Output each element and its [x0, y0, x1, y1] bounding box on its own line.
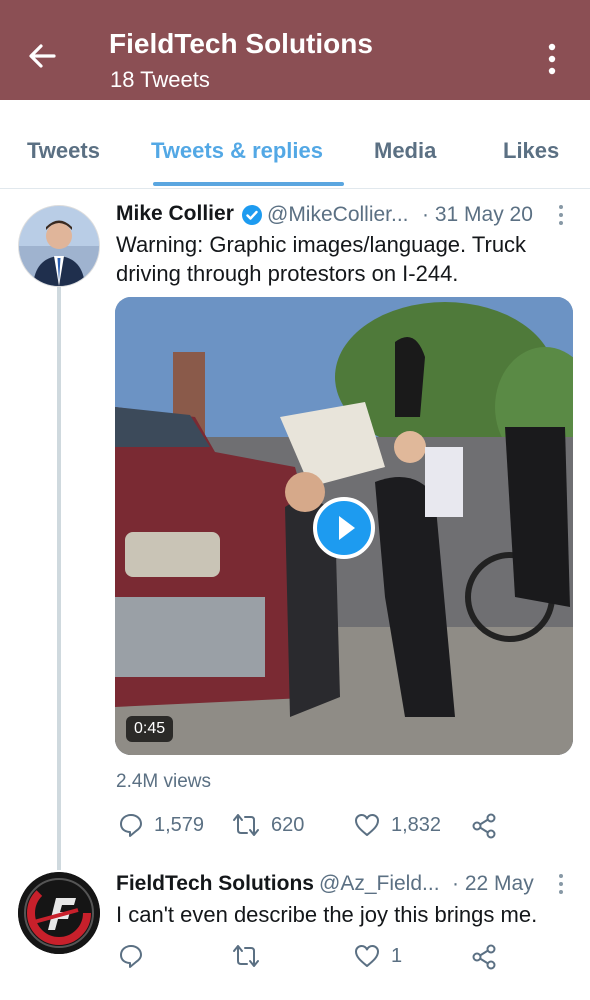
tweet-text: I can't even describe the joy this bring…: [116, 902, 538, 927]
video-duration: 0:45: [126, 716, 174, 742]
tweet-count: 18 Tweets: [110, 67, 210, 92]
author-name[interactable]: FieldTech Solutions: [116, 872, 314, 896]
more-vertical-icon: [559, 874, 563, 894]
share-icon: [472, 813, 496, 839]
like-button[interactable]: 1,832: [353, 812, 441, 838]
tab-media[interactable]: Media: [374, 138, 436, 164]
reply-button[interactable]: 1,579: [118, 812, 204, 838]
like-count: 1,832: [391, 813, 442, 836]
reply-icon: [120, 814, 142, 837]
retweet-icon: [233, 945, 259, 967]
heart-icon: [355, 814, 379, 836]
tweet-date[interactable]: · 22 May: [452, 872, 534, 896]
app-bar: FieldTech Solutions 18 Tweets: [0, 0, 590, 100]
retweet-button[interactable]: [231, 943, 261, 969]
avatar[interactable]: [18, 205, 100, 287]
tab-tweets-and-replies[interactable]: Tweets & replies: [151, 138, 323, 164]
verified-badge-icon: [242, 205, 262, 225]
arrow-left-icon: [29, 44, 56, 68]
author-handle[interactable]: @MikeCollier...: [267, 203, 409, 227]
share-icon: [472, 944, 496, 970]
like-button[interactable]: 1: [353, 943, 402, 969]
author-name[interactable]: Mike Collier: [116, 202, 234, 226]
thread-connector-line: [57, 286, 61, 870]
fieldtech-logo: [18, 872, 100, 954]
tweet-text-line-2: driving through protestors on I-244.: [116, 261, 459, 286]
tweet-date[interactable]: · 31 May 20: [422, 203, 533, 227]
like-count: 1: [391, 944, 403, 967]
reply-button[interactable]: [118, 943, 144, 969]
share-button[interactable]: [470, 943, 498, 976]
view-count: 2.4M views: [116, 771, 212, 792]
back-button[interactable]: [22, 36, 62, 76]
retweet-icon: [233, 814, 259, 836]
tab-tweets[interactable]: Tweets: [27, 138, 100, 164]
active-tab-indicator: [153, 182, 344, 186]
tab-likes[interactable]: Likes: [503, 138, 559, 164]
tweet-options-button[interactable]: [555, 203, 567, 227]
tweet-text-line-1: Warning: Graphic images/language. Truck: [116, 232, 527, 257]
retweet-button[interactable]: 620: [231, 812, 304, 838]
avatar-mike-collier: [19, 206, 99, 286]
overflow-menu-button[interactable]: [540, 40, 564, 80]
author-handle[interactable]: @Az_Field...: [319, 872, 440, 896]
heart-icon: [355, 945, 379, 967]
profile-tabs: Tweets Tweets & replies Media Likes: [0, 100, 590, 189]
avatar[interactable]: [18, 872, 100, 954]
reply-icon: [120, 945, 142, 968]
play-button[interactable]: [313, 497, 375, 559]
retweet-count: 620: [271, 813, 305, 836]
tweet-options-button[interactable]: [555, 872, 567, 896]
play-icon: [339, 516, 355, 540]
more-vertical-icon: [559, 205, 563, 225]
reply-count: 1,579: [154, 813, 205, 836]
more-vertical-icon: [548, 43, 556, 75]
share-button[interactable]: [470, 812, 498, 845]
profile-title: FieldTech Solutions: [109, 28, 373, 59]
